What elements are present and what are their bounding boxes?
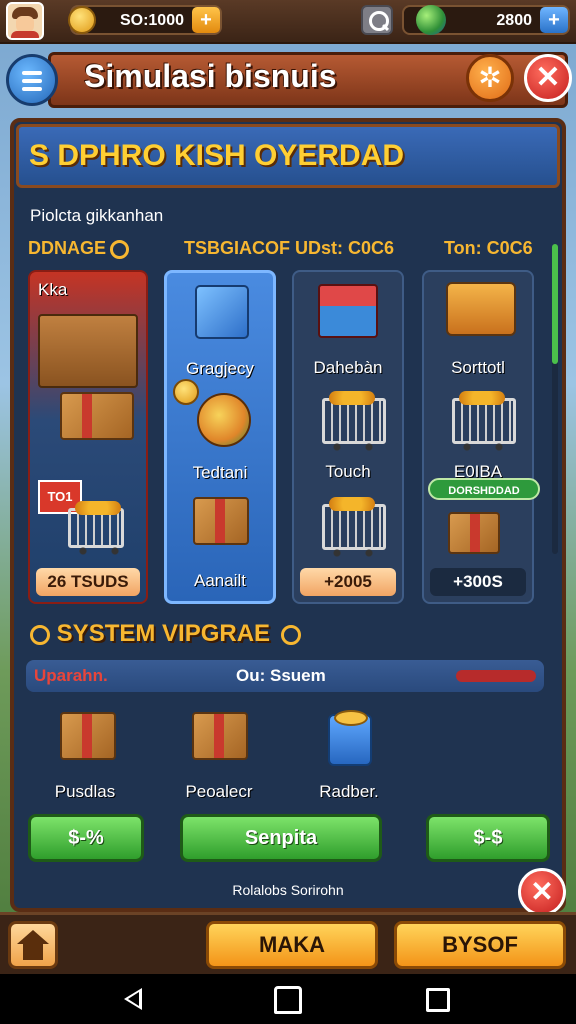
upgrade-item-3: Radber. bbox=[319, 782, 379, 801]
card-1-label: Kka bbox=[38, 280, 68, 299]
cart-icon bbox=[452, 391, 516, 451]
panel-footer: Rolalobs Sorirohn bbox=[232, 882, 344, 898]
business-card-store[interactable]: Dahebàn Touch +2005 bbox=[292, 270, 404, 604]
search-icon[interactable] bbox=[361, 5, 393, 35]
card-2-label-2: Tedtani bbox=[192, 463, 248, 482]
business-card-category[interactable]: Gragjecy Tedtani Aanailt bbox=[164, 270, 276, 604]
cart-icon bbox=[322, 497, 386, 557]
menu-icon[interactable] bbox=[6, 54, 58, 106]
business-card-delivery[interactable]: Sorttotl E0IBA DORSHDDAD +300S bbox=[422, 270, 540, 604]
gear-icon[interactable]: ✲ bbox=[466, 54, 514, 102]
upgrade-progress-bar: Uparahn. Ou: Ssuem bbox=[26, 660, 544, 692]
main-panel: S DPHRO KISH OYERDAD Piolcta gikkanhan D… bbox=[10, 118, 566, 912]
page-title: Simulasi bisnuis bbox=[84, 58, 337, 94]
column-header-3: Ton: C0C6 bbox=[444, 238, 533, 258]
gift-box-icon bbox=[192, 712, 248, 760]
system-upgrade-label: SYSTEM VIPGRAE bbox=[56, 620, 271, 647]
home-icon[interactable] bbox=[8, 921, 58, 969]
package-icon bbox=[193, 497, 249, 545]
package-icon bbox=[448, 512, 500, 554]
screen-header: Simulasi bisnuis ✲ ✕ bbox=[0, 46, 576, 112]
shop-icon bbox=[318, 284, 378, 338]
card-3-footer: +2005 bbox=[300, 568, 396, 596]
system-upgrade-title: SYSTEM VIPGRAE bbox=[26, 620, 301, 648]
card-2-label-3: Aanailt bbox=[194, 571, 246, 590]
add-gems-button[interactable]: + bbox=[540, 7, 568, 33]
recent-apps-icon[interactable] bbox=[426, 988, 450, 1012]
card-3-label-2: Touch bbox=[325, 462, 371, 481]
cart-icon bbox=[322, 391, 386, 451]
status-badge: DORSHDDAD bbox=[428, 478, 540, 500]
ring-icon bbox=[30, 624, 50, 645]
system-nav-bar bbox=[0, 974, 576, 1024]
column-header-1-label: DDNAGE bbox=[28, 238, 107, 258]
top-status-bar: SO:1000 + 2800 + bbox=[0, 0, 576, 44]
back-icon[interactable] bbox=[124, 988, 142, 1010]
add-coins-button[interactable]: + bbox=[192, 7, 220, 33]
card-1-footer: 26 TSUDS bbox=[36, 568, 140, 596]
coin-icon bbox=[68, 6, 96, 34]
bysof-button[interactable]: BYSOF bbox=[394, 921, 566, 969]
panel-banner: S DPHRO KISH OYERDAD bbox=[16, 124, 560, 188]
close-icon[interactable]: ✕ bbox=[518, 868, 566, 916]
scrollbar[interactable] bbox=[552, 244, 558, 554]
bottom-bar: MAKA BYSOF bbox=[0, 912, 576, 975]
player-avatar[interactable] bbox=[6, 2, 44, 40]
ring-icon bbox=[280, 624, 301, 645]
column-header-2: TSBGIACOF UDst: C0C6 bbox=[184, 238, 395, 258]
upgrade-button-2[interactable]: Senpita bbox=[180, 814, 382, 862]
upgrade-bar-mid: Ou: Ssuem bbox=[236, 666, 326, 685]
home-nav-icon[interactable] bbox=[274, 986, 302, 1014]
gem-value: 2800 bbox=[496, 12, 532, 29]
coin-value: SO:1000 bbox=[119, 12, 184, 29]
blue-box-icon bbox=[195, 285, 249, 339]
close-icon[interactable]: ✕ bbox=[524, 54, 572, 102]
ring-icon bbox=[110, 239, 130, 259]
upgrade-button-1[interactable]: $-% bbox=[28, 814, 144, 862]
cart-icon bbox=[68, 501, 124, 555]
upgrade-item-1: Pusdlas bbox=[54, 782, 116, 801]
banner-text: S DPHRO KISH OYERDAD bbox=[29, 139, 405, 172]
column-header-1: DDNAGE bbox=[28, 238, 130, 259]
globe-icon bbox=[197, 393, 251, 447]
business-card-shop[interactable]: Kka TO1 26 TSUDS bbox=[28, 270, 148, 604]
sign-text: TO1 bbox=[47, 489, 73, 504]
gem-icon bbox=[416, 5, 446, 35]
upgrade-item-2: Peoalecr bbox=[185, 782, 253, 801]
card-3-label-1: Dahebàn bbox=[313, 358, 383, 377]
upgrade-button-3[interactable]: $-$ bbox=[426, 814, 550, 862]
supply-box-icon bbox=[60, 712, 116, 760]
coin-counter: SO:1000 + bbox=[68, 5, 222, 35]
maka-button[interactable]: MAKA bbox=[206, 921, 378, 969]
panel-subtitle: Piolcta gikkanhan bbox=[30, 206, 164, 225]
upgrade-bar-fill bbox=[456, 670, 536, 682]
jar-icon bbox=[328, 710, 372, 766]
gem-counter: 2800 + bbox=[402, 5, 570, 35]
card-2-label-1: Gragjecy bbox=[185, 359, 255, 378]
upgrade-bar-left: Uparahn. bbox=[34, 666, 108, 685]
card-4-label-1: Sorttotl bbox=[451, 358, 505, 377]
coin-icon bbox=[173, 379, 199, 405]
crate-icon bbox=[60, 392, 134, 440]
card-4-footer: +300S bbox=[430, 568, 526, 596]
market-stall-icon bbox=[38, 314, 138, 388]
truck-icon bbox=[446, 282, 516, 336]
